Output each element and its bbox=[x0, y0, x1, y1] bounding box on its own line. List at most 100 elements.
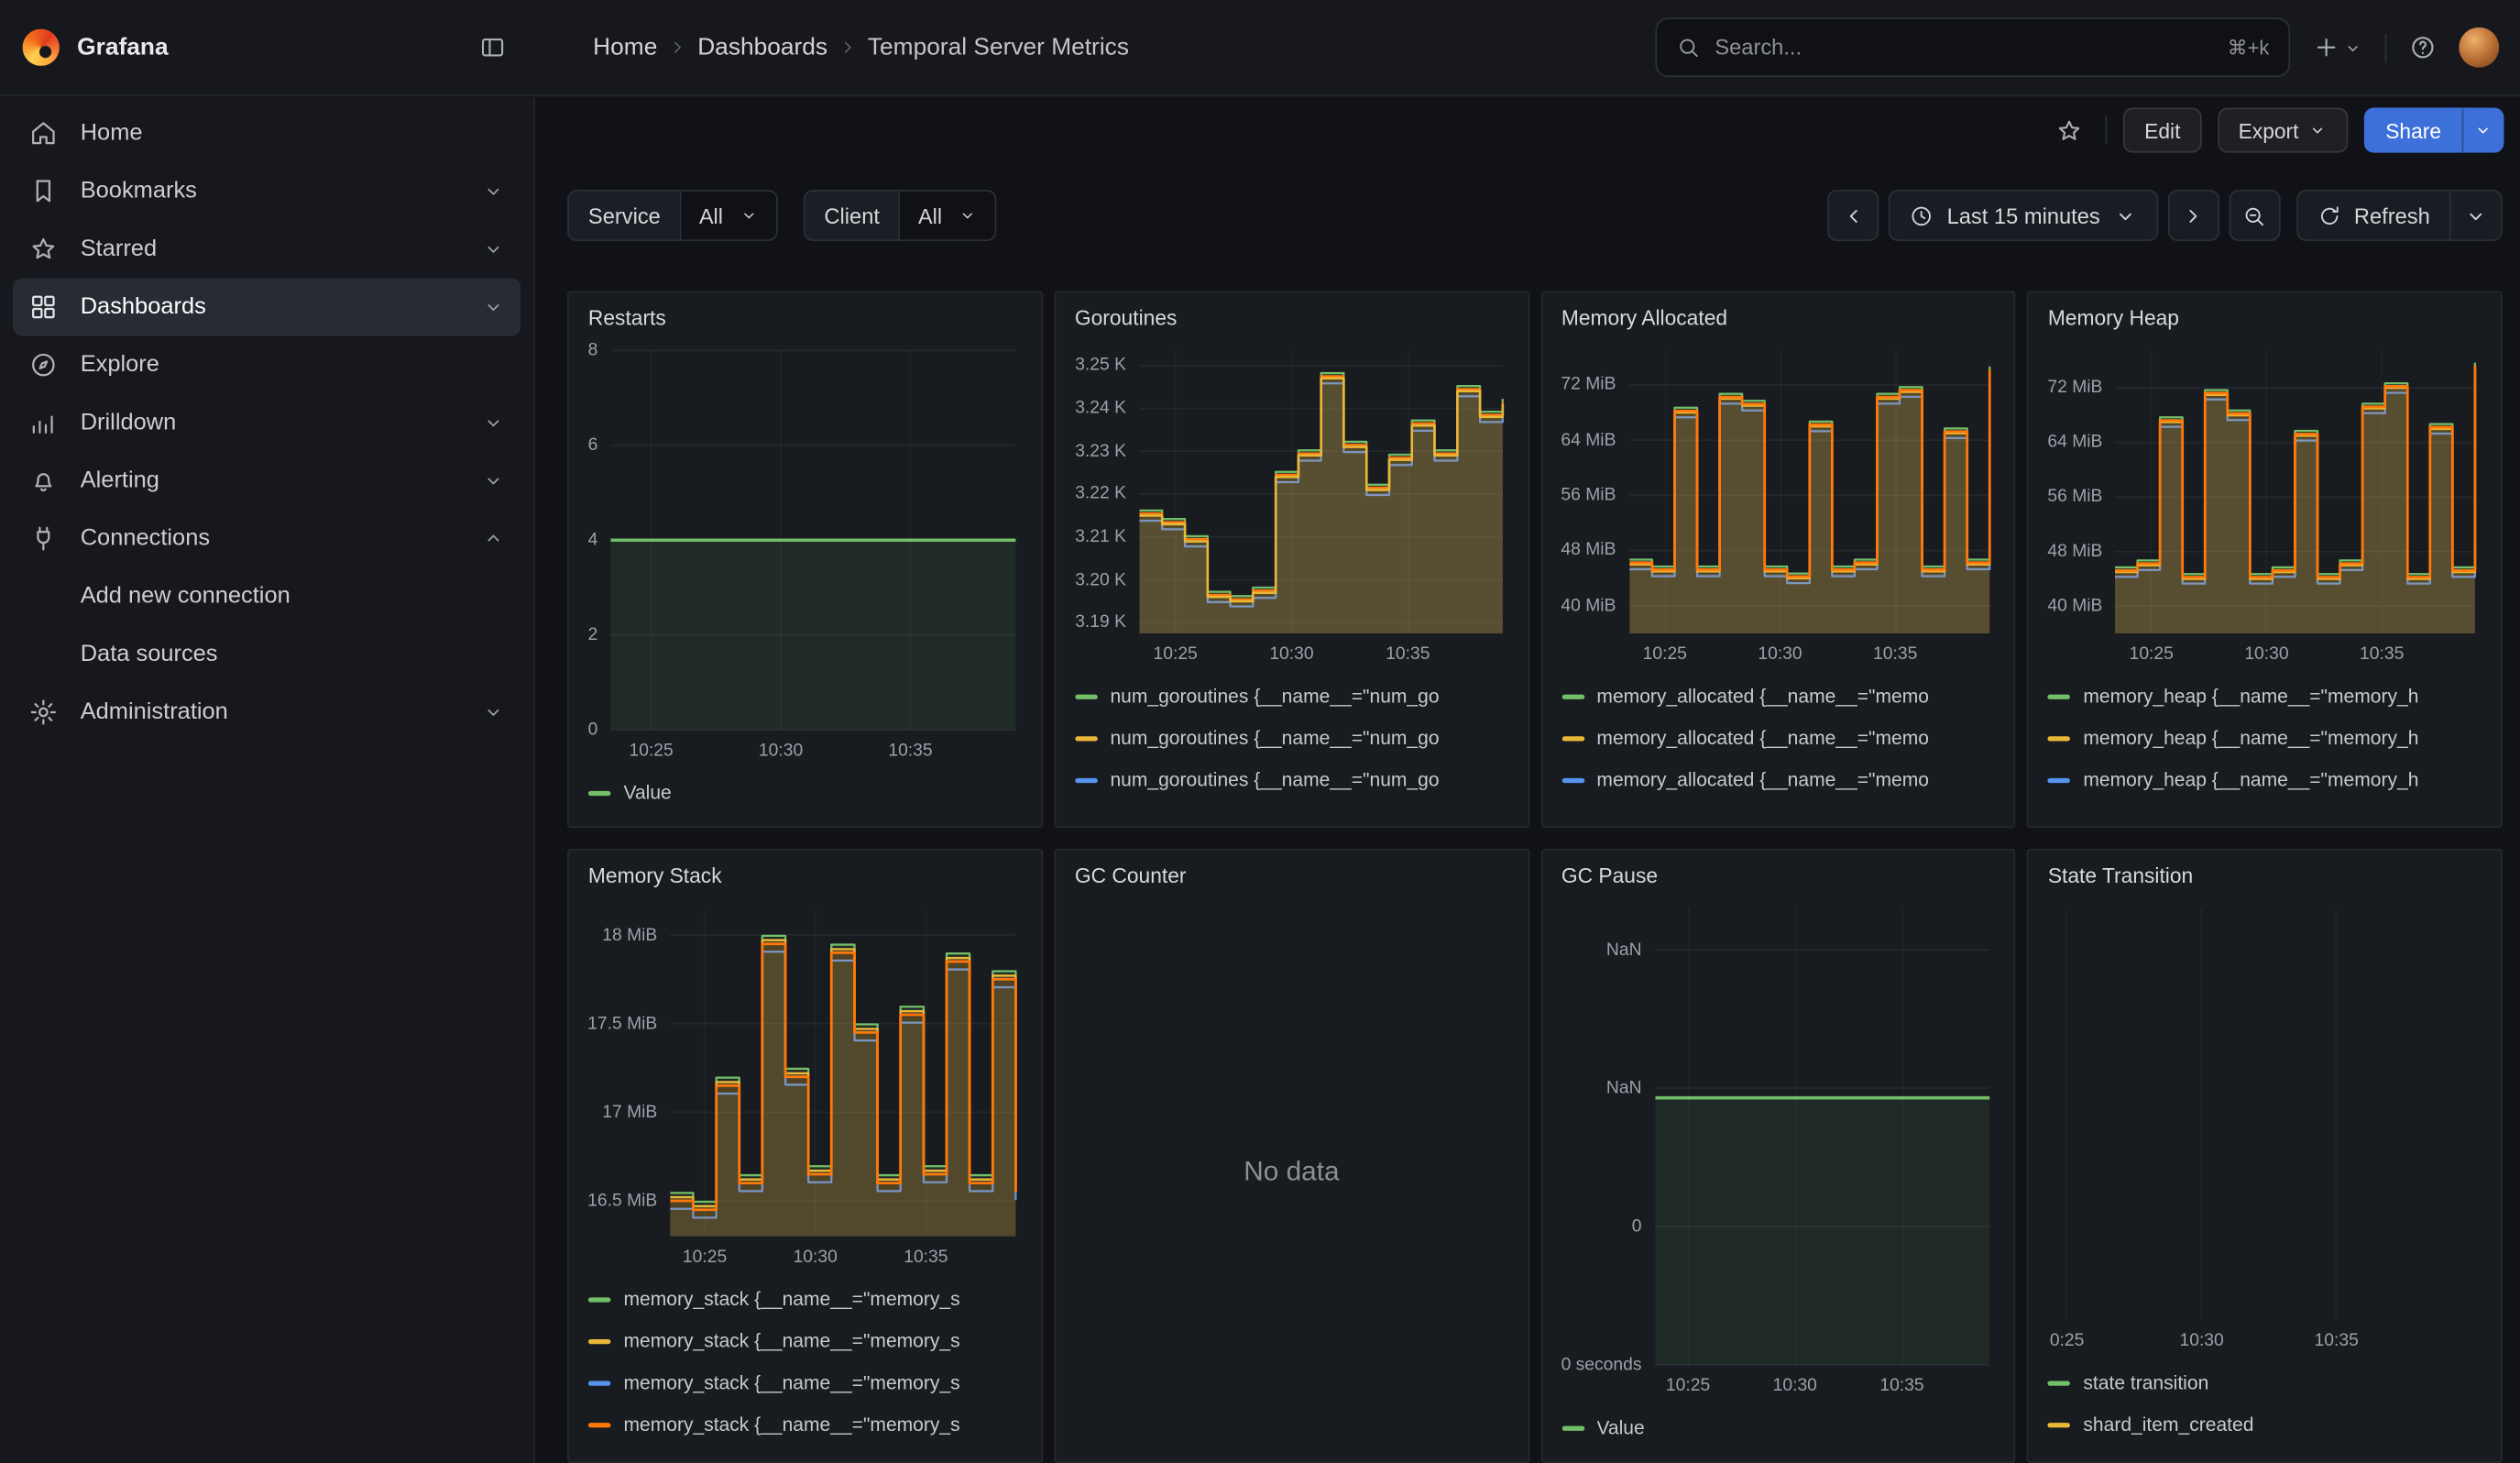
timeseries-plot[interactable] bbox=[1629, 350, 1989, 633]
legend-item[interactable]: memory_allocated {__name__="memo bbox=[1561, 717, 1995, 759]
timeseries-plot[interactable] bbox=[1655, 908, 1989, 1365]
panel-legend: memory_allocated {__name__="memomemory_a… bbox=[1558, 669, 1998, 814]
zoom-out-button[interactable] bbox=[2229, 190, 2280, 241]
legend-swatch bbox=[588, 1296, 611, 1301]
panel-header[interactable]: GC Counter bbox=[1071, 860, 1511, 896]
panel-chart: 72 MiB64 MiB56 MiB48 MiB40 MiB10:2510:30… bbox=[1558, 337, 1998, 668]
panel-header[interactable]: Memory Allocated bbox=[1558, 302, 1998, 338]
export-button[interactable]: Export bbox=[2218, 108, 2349, 153]
legend-item[interactable]: memory_stack {__name__="memory_s bbox=[588, 1278, 1022, 1320]
legend-item[interactable]: shard_item_created bbox=[2048, 1403, 2482, 1446]
sidebar-item-add-new-connection[interactable]: Add new connection bbox=[13, 567, 520, 625]
panel-memory-allocated: Memory Allocated 72 MiB64 MiB56 MiB48 Mi… bbox=[1540, 291, 2016, 828]
legend-item[interactable]: memory_stack {__name__="memory_s bbox=[588, 1361, 1022, 1403]
chevron-down-icon bbox=[2473, 121, 2493, 140]
panel-header[interactable]: Memory Stack bbox=[585, 860, 1024, 896]
chevron-down-icon[interactable] bbox=[482, 701, 505, 724]
legend-item[interactable]: num_goroutines {__name__="num_go bbox=[1075, 717, 1508, 759]
legend-item[interactable]: memory_stack {__name__="memory_s bbox=[588, 1403, 1022, 1446]
x-axis-label: 10:35 bbox=[888, 740, 932, 763]
sidebar-item-data-sources[interactable]: Data sources bbox=[13, 625, 520, 683]
panel-chart: No data bbox=[1071, 896, 1511, 1448]
sidebar-item-connections[interactable]: Connections bbox=[13, 510, 520, 567]
sidebar-item-starred[interactable]: Starred bbox=[13, 220, 520, 278]
sidebar-item-dashboards[interactable]: Dashboards bbox=[13, 278, 520, 336]
search-input[interactable] bbox=[1715, 36, 2213, 60]
breadcrumb-dashboards[interactable]: Dashboards bbox=[697, 34, 827, 61]
sidebar-item-explore[interactable]: Explore bbox=[13, 336, 520, 394]
timeseries-plot[interactable] bbox=[2115, 350, 2475, 633]
breadcrumb-home[interactable]: Home bbox=[593, 34, 657, 61]
chevron-up-icon[interactable] bbox=[482, 527, 505, 550]
add-button[interactable] bbox=[2306, 28, 2369, 68]
timeseries-plot[interactable] bbox=[1139, 350, 1502, 633]
chevron-down-icon[interactable] bbox=[482, 238, 505, 261]
y-axis-label: 18 MiB bbox=[585, 922, 657, 948]
dock-icon bbox=[479, 34, 507, 61]
legend-item[interactable]: memory_allocated {__name__="memo bbox=[1561, 676, 1995, 718]
legend-item[interactable]: num_goroutines {__name__="num_go bbox=[1075, 676, 1508, 718]
search-bar[interactable]: ⌘+k bbox=[1655, 17, 2290, 77]
legend-label: memory_heap {__name__="memory_h bbox=[2083, 810, 2418, 814]
chevron-down-icon[interactable] bbox=[482, 180, 505, 203]
divider bbox=[2385, 33, 2387, 62]
sidebar-nav: HomeBookmarks Starred DashboardsExploreDri… bbox=[0, 98, 535, 1463]
edit-button[interactable]: Edit bbox=[2123, 108, 2201, 153]
legend-item[interactable]: memory_stack {__name__="memory_s bbox=[588, 1320, 1022, 1362]
grafana-logo-icon[interactable] bbox=[23, 29, 60, 66]
sidebar-item-administration[interactable]: Administration bbox=[13, 683, 520, 741]
panel-legend: state transitionshard_item_created bbox=[2044, 1355, 2484, 1448]
panel-header[interactable]: Restarts bbox=[585, 302, 1024, 338]
legend-item[interactable]: num_goroutines {__name__="num_go bbox=[1075, 800, 1508, 813]
legend-item[interactable]: memory_heap {__name__="memory_h bbox=[2048, 759, 2482, 801]
sidebar-item-drilldown[interactable]: Drilldown bbox=[13, 394, 520, 452]
panel-header[interactable]: Goroutines bbox=[1071, 302, 1511, 338]
time-back-button[interactable] bbox=[1828, 190, 1879, 241]
legend-item[interactable]: Value bbox=[588, 772, 1022, 814]
help-button[interactable] bbox=[2403, 28, 2443, 68]
chevron-down-icon[interactable] bbox=[482, 469, 505, 492]
chevron-down-icon[interactable] bbox=[482, 296, 505, 319]
legend-item[interactable]: state transition bbox=[2048, 1361, 2482, 1403]
refresh-interval-button[interactable] bbox=[2449, 190, 2503, 241]
panel-header[interactable]: State Transition bbox=[2044, 860, 2484, 896]
y-axis-label: 3.22 K bbox=[1071, 481, 1126, 507]
panel-title: GC Pause bbox=[1558, 860, 1998, 896]
legend-item[interactable]: Value bbox=[1561, 1407, 1995, 1449]
sidebar-item-alerting[interactable]: Alerting bbox=[13, 452, 520, 510]
refresh-button[interactable]: Refresh bbox=[2296, 190, 2449, 241]
panel-header[interactable]: GC Pause bbox=[1558, 860, 1998, 896]
legend-swatch bbox=[2048, 777, 2071, 782]
sidebar-item-bookmarks[interactable]: Bookmarks bbox=[13, 162, 520, 220]
dock-menu-button[interactable] bbox=[473, 28, 513, 68]
timeseries-plot[interactable] bbox=[2054, 908, 2476, 1320]
sidebar-item-label: Starred bbox=[81, 236, 157, 262]
favorite-button[interactable] bbox=[2050, 110, 2090, 150]
legend-item[interactable]: num_goroutines {__name__="num_go bbox=[1075, 759, 1508, 801]
share-menu-button[interactable] bbox=[2462, 108, 2504, 153]
top-navigation-bar: Grafana Home Dashboards Temporal Server … bbox=[0, 0, 2520, 96]
legend-item[interactable]: memory_allocated {__name__="memo bbox=[1561, 759, 1995, 801]
client-value-dropdown[interactable]: All bbox=[901, 190, 997, 241]
legend-item[interactable]: memory_allocated {__name__="memo bbox=[1561, 800, 1995, 813]
chevron-down-icon bbox=[2113, 204, 2137, 227]
home-icon bbox=[29, 119, 59, 148]
time-range-picker[interactable]: Last 15 minutes bbox=[1889, 190, 2157, 241]
legend-label: memory_allocated {__name__="memo bbox=[1596, 810, 1929, 814]
legend-label: memory_heap {__name__="memory_h bbox=[2083, 727, 2418, 750]
legend-item[interactable]: memory_heap {__name__="memory_h bbox=[2048, 717, 2482, 759]
sidebar-item-home[interactable]: Home bbox=[13, 104, 520, 162]
legend-item[interactable]: memory_heap {__name__="memory_h bbox=[2048, 800, 2482, 813]
timeseries-plot[interactable] bbox=[610, 350, 1015, 730]
legend-item[interactable]: memory_heap {__name__="memory_h bbox=[2048, 676, 2482, 718]
y-axis-label: 56 MiB bbox=[1558, 482, 1616, 508]
x-axis-label: 10:25 bbox=[1154, 644, 1198, 666]
x-axis-label: 10:30 bbox=[1773, 1375, 1817, 1398]
chevron-down-icon[interactable] bbox=[482, 412, 505, 434]
user-avatar[interactable] bbox=[2459, 28, 2499, 68]
panel-header[interactable]: Memory Heap bbox=[2044, 302, 2484, 338]
timeseries-plot[interactable] bbox=[670, 908, 1015, 1237]
service-value-dropdown[interactable]: All bbox=[682, 190, 778, 241]
time-forward-button[interactable] bbox=[2167, 190, 2219, 241]
share-button[interactable]: Share bbox=[2364, 108, 2461, 153]
